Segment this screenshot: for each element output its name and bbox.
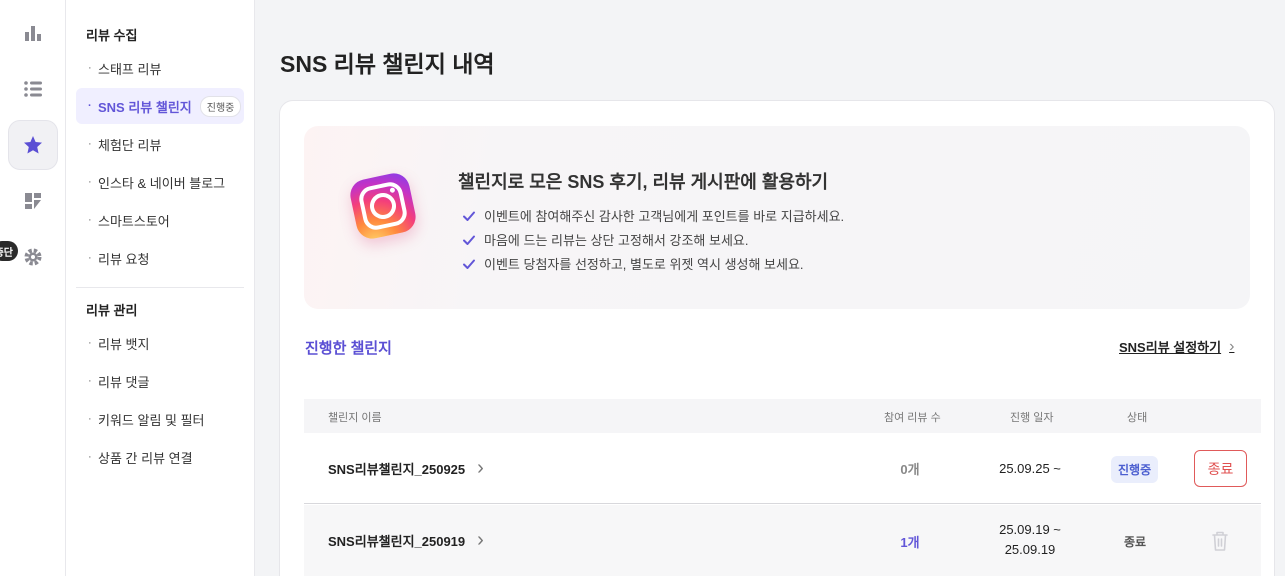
icon-rail: 중단 [0, 0, 66, 576]
review-sidebar: 리뷰 수집 · 스태프 리뷰 · SNS 리뷰 챌린지 진행중 · 체험단 리뷰… [66, 0, 255, 576]
check-icon [463, 211, 475, 221]
challenge-name-link[interactable]: SNS리뷰챌린지_250925 › [328, 457, 484, 480]
bullet: · [88, 451, 92, 463]
challenge-name-link[interactable]: SNS리뷰챌린지_250919 › [328, 529, 484, 552]
sns-setting-link[interactable]: SNS리뷰 설정하기 › [1119, 337, 1234, 356]
sidebar-item-keyword-filter[interactable]: · 키워드 알림 및 필터 [76, 401, 244, 437]
sidebar-item-smartstore[interactable]: · 스마트스토어 [76, 202, 244, 238]
challenge-date: 25.09.19 ~ 25.09.19 [984, 520, 1076, 560]
star-icon [24, 136, 42, 154]
sidebar-item-label: 키워드 알림 및 필터 [98, 412, 205, 428]
sns-setting-link-label: SNS리뷰 설정하기 [1119, 340, 1222, 355]
rail-list-button[interactable] [8, 64, 58, 114]
status-badge: 진행중 [1111, 456, 1159, 483]
banner-title: 챌린지로 모은 SNS 후기, 리뷰 게시판에 활용하기 [458, 172, 829, 192]
table-row: SNS리뷰챌린지_250919 › 1개 25.09.19 ~ 25.09.19… [304, 505, 1261, 576]
chevron-right-icon: › [477, 529, 484, 551]
sidebar-item-label: 스태프 리뷰 [98, 61, 162, 77]
sidebar-item-label: 리뷰 뱃지 [98, 336, 150, 352]
bullet: · [88, 375, 92, 387]
sidebar-item-insta-naver[interactable]: · 인스타 & 네이버 블로그 [76, 164, 244, 200]
date-start: 25.09.25 ~ [999, 461, 1061, 476]
dashboard-icon [25, 193, 41, 209]
sidebar-item-label: 리뷰 요청 [98, 251, 150, 267]
sidebar-item-review-badge[interactable]: · 리뷰 뱃지 [76, 325, 244, 361]
sidebar-item-label: 리뷰 댓글 [98, 374, 150, 390]
group-title-manage: 리뷰 관리 [86, 303, 138, 318]
group-title-collect: 리뷰 수집 [86, 28, 138, 43]
challenge-card: 챌린지로 모은 SNS 후기, 리뷰 게시판에 활용하기 이벤트에 참여해주신 … [279, 100, 1275, 576]
bullet: · [88, 214, 92, 226]
status-badge: 진행중 [199, 95, 242, 117]
chevron-right-icon: › [1229, 337, 1235, 355]
status-badge: 종료 [1124, 535, 1147, 549]
bullet: · [88, 337, 92, 349]
bullet: · [88, 100, 92, 112]
sidebar-item-label: 스마트스토어 [98, 213, 170, 229]
sidebar-item-label: 상품 간 리뷰 연결 [98, 450, 193, 466]
sidebar-item-label: 인스타 & 네이버 블로그 [98, 175, 226, 191]
header-name: 챌린지 이름 [328, 412, 382, 424]
chevron-right-icon: › [477, 457, 484, 479]
header-status: 상태 [1127, 412, 1148, 424]
info-banner: 챌린지로 모은 SNS 후기, 리뷰 게시판에 활용하기 이벤트에 참여해주신 … [304, 126, 1250, 309]
sidebar-item-product-link[interactable]: · 상품 간 리뷰 연결 [76, 439, 244, 475]
challenge-name: SNS리뷰챌린지_250925 [328, 462, 466, 477]
challenge-date: 25.09.25 ~ [984, 459, 1076, 479]
end-challenge-button[interactable]: 종료 [1194, 450, 1247, 487]
sidebar-item-experience-review[interactable]: · 체험단 리뷰 [76, 126, 244, 162]
date-end: 25.09.19 [1004, 542, 1056, 557]
check-icon [463, 235, 475, 245]
page-title: SNS 리뷰 챌린지 내역 [280, 51, 495, 77]
banner-point-text: 이벤트 당첨자를 선정하고, 별도로 위젯 역시 생성해 보세요. [484, 257, 804, 272]
table-row: SNS리뷰챌린지_250925 › 0개 25.09.25 ~ 진행중 종료 [304, 433, 1261, 504]
sidebar-item-review-comment[interactable]: · 리뷰 댓글 [76, 363, 244, 399]
trash-icon[interactable] [1209, 529, 1231, 553]
banner-point-text: 마음에 드는 리뷰는 상단 고정해서 강조해 보세요. [484, 233, 749, 248]
header-date: 진행 일자 [1010, 412, 1054, 424]
banner-point: 이벤트 당첨자를 선정하고, 별도로 위젯 역시 생성해 보세요. [462, 254, 804, 273]
gear-icon [24, 248, 42, 266]
sidebar-item-sns-challenge[interactable]: · SNS 리뷰 챌린지 진행중 [76, 88, 244, 124]
banner-point-text: 이벤트에 참여해주신 감사한 고객님에게 포인트를 바로 지급하세요. [484, 209, 845, 224]
challenge-name: SNS리뷰챌린지_250919 [328, 534, 466, 549]
review-count: 1개 [900, 535, 920, 550]
rail-review-button[interactable] [8, 120, 58, 170]
bullet: · [88, 413, 92, 425]
header-count: 참여 리뷰 수 [884, 412, 941, 424]
instagram-logo-icon [347, 170, 419, 242]
sidebar-item-label: SNS 리뷰 챌린지 [98, 99, 192, 115]
list-icon [24, 81, 42, 97]
banner-point: 마음에 드는 리뷰는 상단 고정해서 강조해 보세요. [462, 230, 748, 249]
bullet: · [88, 138, 92, 150]
bullet: · [88, 62, 92, 74]
sidebar-item-label: 체험단 리뷰 [98, 137, 162, 153]
bar-chart-icon [25, 26, 41, 41]
rail-widget-button[interactable] [8, 176, 58, 226]
banner-point: 이벤트에 참여해주신 감사한 고객님에게 포인트를 바로 지급하세요. [462, 206, 844, 225]
bullet: · [88, 252, 92, 264]
sidebar-item-review-request[interactable]: · 리뷰 요청 [76, 240, 244, 276]
table-header: 챌린지 이름 참여 리뷰 수 진행 일자 상태 [304, 399, 1261, 433]
date-start: 25.09.19 ~ [999, 522, 1061, 537]
sidebar-divider [76, 287, 244, 288]
sidebar-item-staff-review[interactable]: · 스태프 리뷰 [76, 50, 244, 86]
bullet: · [88, 176, 92, 188]
check-icon [463, 259, 475, 269]
section-title: 진행한 챌린지 [305, 340, 392, 357]
rail-stats-button[interactable] [8, 8, 58, 58]
review-count: 0개 [900, 462, 920, 477]
